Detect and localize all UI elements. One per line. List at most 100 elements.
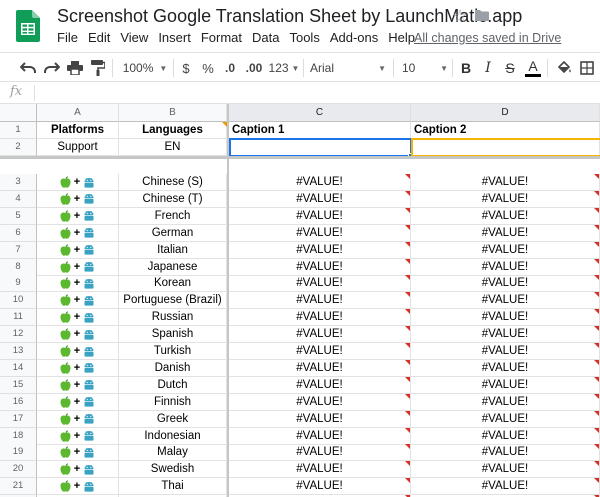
row-header[interactable]: 3 [0,174,37,191]
cell-platforms[interactable]: + [37,376,119,394]
row-header[interactable]: 4 [0,190,37,208]
cell-caption1-value[interactable]: #VALUE! [229,292,411,310]
cell-caption2-value[interactable]: #VALUE! [411,258,600,276]
cell-platforms[interactable]: + [37,427,119,445]
cell-caption1-value[interactable]: #VALUE! [229,207,411,225]
redo-button[interactable] [42,57,62,79]
cell-caption1-value[interactable]: #VALUE! [229,275,411,293]
cell-caption2-value[interactable]: #VALUE! [411,376,600,394]
row-header[interactable]: 19 [0,444,37,462]
folder-icon[interactable] [475,10,489,21]
row-header[interactable]: 10 [0,292,37,310]
cell-caption2-value[interactable]: #VALUE! [411,275,600,293]
row-header[interactable]: 20 [0,461,37,479]
cell-caption1-value[interactable]: #VALUE! [229,174,411,191]
cell-platforms[interactable]: + [37,393,119,411]
row-header[interactable]: 14 [0,359,37,377]
column-header-d[interactable]: D [411,104,600,122]
menu-help[interactable]: Help [388,30,415,48]
cell-caption1-value[interactable]: #VALUE! [229,376,411,394]
cell-language[interactable]: Spanish [119,326,227,344]
cell-platforms[interactable]: + [37,224,119,242]
print-button[interactable] [65,57,85,79]
font-size-select[interactable]: 10 ▼ [402,57,448,79]
cell-caption2-value[interactable]: #VALUE! [411,427,600,445]
percent-format-button[interactable]: % [200,57,216,79]
select-all-corner[interactable] [0,104,37,122]
row-header[interactable]: 18 [0,427,37,445]
zoom-select[interactable]: 100% ▼ [120,57,170,79]
cell-caption1-value[interactable]: #VALUE! [229,478,411,496]
cell-caption2-value[interactable]: #VALUE! [411,461,600,479]
borders-button[interactable] [578,57,596,79]
fill-color-button[interactable] [555,57,573,79]
cell-platforms[interactable]: + [37,359,119,377]
bold-button[interactable]: B [458,57,474,79]
cell-platforms[interactable]: + [37,478,119,496]
strikethrough-button[interactable]: S [502,57,518,79]
row-header[interactable]: 7 [0,241,37,259]
cell-caption2-value[interactable]: #VALUE! [411,478,600,496]
cell-caption1-value[interactable]: #VALUE! [229,359,411,377]
row-header[interactable]: 8 [0,258,37,276]
row-header[interactable]: 21 [0,478,37,496]
row-header[interactable]: 11 [0,309,37,327]
star-icon[interactable]: ☆ [452,6,468,27]
cell-language[interactable]: Indonesian [119,427,227,445]
column-header-a[interactable]: A [37,104,119,122]
cell-language[interactable]: Turkish [119,343,227,360]
cell-platforms[interactable]: + [37,241,119,259]
menu-data[interactable]: Data [252,30,279,48]
cell-platforms[interactable]: + [37,444,119,462]
cell-caption1-value[interactable]: #VALUE! [229,326,411,344]
cell-platforms[interactable]: + [37,275,119,293]
cell-caption1-value[interactable]: #VALUE! [229,309,411,327]
italic-button[interactable]: I [480,57,496,79]
column-header-c[interactable]: C [229,104,411,122]
row-header[interactable]: 15 [0,376,37,394]
cell-platforms-header[interactable]: Platforms [37,122,119,139]
cell-platforms[interactable]: + [37,190,119,208]
cell-caption2-value[interactable]: #VALUE! [411,309,600,327]
row-header[interactable]: 16 [0,393,37,411]
menu-tools[interactable]: Tools [289,30,319,48]
cell-language[interactable]: Danish [119,359,227,377]
cell-caption1-value[interactable]: #VALUE! [229,393,411,411]
cell-caption2-value[interactable]: #VALUE! [411,241,600,259]
row-header[interactable]: 1 [0,122,37,139]
cell-language[interactable]: French [119,207,227,225]
sheets-logo-icon[interactable] [16,10,40,42]
cell-language[interactable]: Korean [119,275,227,293]
row-header[interactable]: 13 [0,343,37,360]
cell-support[interactable]: Support [37,139,119,156]
cell-language[interactable]: Chinese (T) [119,190,227,208]
cell-caption1-source[interactable] [229,139,411,156]
cell-platforms[interactable]: + [37,326,119,344]
cell-caption2-value[interactable]: #VALUE! [411,207,600,225]
cell-platforms[interactable]: + [37,461,119,479]
formula-input[interactable] [38,84,598,102]
cell-language[interactable]: Dutch [119,376,227,394]
cell-language[interactable]: Russian [119,309,227,327]
cell-caption2-source[interactable] [411,139,600,156]
cell-caption2-value[interactable]: #VALUE! [411,190,600,208]
cell-caption1-value[interactable]: #VALUE! [229,190,411,208]
cell-platforms[interactable]: + [37,292,119,310]
cell-language[interactable]: Greek [119,410,227,428]
cell-caption1-value[interactable]: #VALUE! [229,224,411,242]
row-header[interactable]: 17 [0,410,37,428]
cell-caption1-value[interactable]: #VALUE! [229,461,411,479]
cell-caption2-value[interactable]: #VALUE! [411,343,600,360]
more-formats-select[interactable]: 123 ▼ [268,57,300,79]
row-header[interactable]: 6 [0,224,37,242]
cell-platforms[interactable]: + [37,309,119,327]
menu-format[interactable]: Format [201,30,242,48]
save-status-link[interactable]: All changes saved in Drive [414,31,561,45]
cell-language[interactable]: Finnish [119,393,227,411]
menu-view[interactable]: View [120,30,148,48]
frozen-column-divider[interactable] [227,104,229,497]
cell-caption1-value[interactable]: #VALUE! [229,258,411,276]
cell-source-language[interactable]: EN [119,139,227,156]
cell-caption1-value[interactable]: #VALUE! [229,241,411,259]
cell-caption2-value[interactable]: #VALUE! [411,224,600,242]
